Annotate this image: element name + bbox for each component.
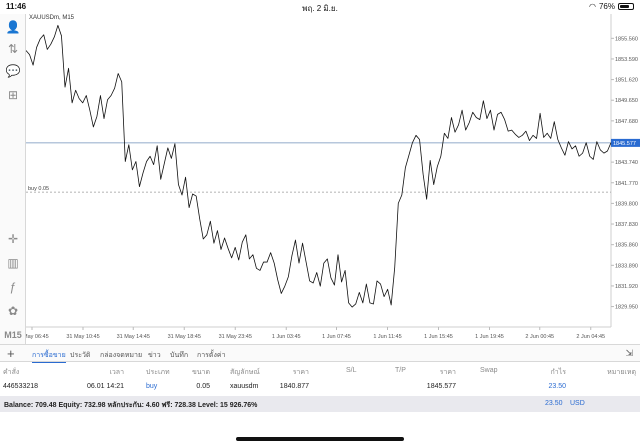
balance-bar: Balance: 709.48 Equity: 732.98 หลักประกั… [0,396,640,412]
table-cell: 1845.577 [426,383,456,390]
column-header: ขนาด [191,369,210,376]
total-profit: 23.50 [545,400,563,407]
price-tick-label: 1833.890 [615,263,638,269]
time-tick-label: 31 May 18:45 [168,334,201,340]
time-tick-label: 1 Jun 03:45 [272,334,301,340]
time-tick-label: 2 Jun 04:45 [576,334,605,340]
price-tick-label: 1837.830 [615,222,638,228]
table-row[interactable]: 446533218 06.01 14:21 buy 0.05 xauusdm 1840.8… [0,380,640,394]
time-tick-label: 2 Jun 00:45 [525,334,554,340]
column-header: หมายเหตุ [607,369,636,376]
balance-summary: Balance: 709.48 Equity: 732.98 หลักประกั… [4,402,258,409]
timeframe-button[interactable]: M15 [4,326,22,344]
chat-icon[interactable]: 💬 [4,62,22,80]
column-header: เวลา [109,369,124,376]
crosshair-icon[interactable]: ✛ [4,230,22,248]
column-header: คำสั่ง [3,369,20,376]
expand-terminal-icon[interactable]: ⇲ [625,348,633,359]
battery-icon [618,3,634,10]
terminal-tabs: + การซื้อขาย ประวัติ กล่องจดหมาย ข่าว บันทึก… [0,344,640,363]
price-tick-label: 1835.860 [615,243,638,249]
battery-percent: 76% [598,2,615,11]
price-tick-label: 1851.620 [615,78,638,84]
column-header: กำไร [550,369,566,376]
indicators-icon[interactable]: ƒ [4,278,22,296]
chart-svg[interactable]: 1855.560 1853.590 1851.620 1849.650 1847.680… [26,14,640,344]
column-header: ราคา [292,369,309,376]
account-icon[interactable]: 👤 [4,18,22,36]
tab-5[interactable]: การตั้งค่า [197,350,226,361]
chart-toolbar: 👤 ⇅ 💬 ⊞ ✛ ▥ ƒ ✿ M15 [0,14,26,344]
price-tick-label: 1843.740 [615,160,638,166]
chart-type-icon[interactable]: ▥ [4,254,22,272]
table-cell: 446533218 [3,383,39,390]
price-series-line [26,24,612,308]
tab-4[interactable]: บันทึก [170,350,188,361]
price-tick-label: 1841.770 [615,181,638,187]
time-tick-label: 31 May 06:45 [26,334,49,340]
battery-fill [620,5,630,8]
positions-table-header: คำสั่ง เวลา ประเภท ขนาด สัญลักษณ์ ราคา S/L T/P ร… [0,364,640,378]
price-tick-label: 1849.650 [615,98,638,104]
price-tick-label: 1847.680 [615,119,638,125]
column-header: Swap [480,367,498,374]
column-header: ราคา [439,369,456,376]
price-chart[interactable]: 1855.560 1853.590 1851.620 1849.650 1847.680… [26,14,640,344]
table-cell: 06.01 14:21 [87,383,124,390]
time-tick-label: 1 Jun 19:45 [475,334,504,340]
account-currency: USD [570,400,585,407]
price-tick-label: 1855.560 [615,36,638,42]
time-tick-label: 1 Jun 15:45 [424,334,453,340]
objects-icon[interactable]: ✿ [4,302,22,320]
price-tick-label: 1829.950 [615,305,638,311]
tab-0[interactable]: การซื้อขาย [32,350,66,363]
tab-2[interactable]: กล่องจดหมาย [100,350,142,361]
buy-level-label: buy 0.05 [28,186,49,192]
chart-symbol-label: XAUUSDm, M15 [29,15,75,21]
current-price-label: 1845.577 [613,141,636,147]
time-tick-label: 31 May 10:45 [66,334,99,340]
time-tick-label: 1 Jun 07:45 [322,334,351,340]
time-tick-label: 1 Jun 11:45 [373,334,401,340]
new-order-icon[interactable]: ⊞ [4,86,22,104]
table-cell: 1840.877 [279,383,309,390]
table-cell: 0.05 [196,383,210,390]
column-header: T/P [395,367,406,374]
time-tick-label: 31 May 23:45 [219,334,252,340]
wifi-icon: ◠ [589,2,596,11]
time-tick-label: 31 May 14:45 [117,334,150,340]
column-header: S/L [346,367,357,374]
price-tick-label: 1853.590 [615,57,638,63]
tab-3[interactable]: ข่าว [148,350,161,361]
price-tick-label: 1831.920 [615,284,638,290]
column-header: ประเภท [146,369,170,376]
table-cell: buy [146,383,158,390]
price-tick-label: 1839.800 [615,201,638,207]
tab-1[interactable]: ประวัติ [70,350,90,361]
table-cell: 23.50 [548,383,566,390]
home-indicator [236,437,404,441]
trade-icon[interactable]: ⇅ [4,40,22,58]
add-icon[interactable]: + [7,346,15,361]
status-right: ◠ 76% [589,2,634,11]
status-bar: 11:46 พฤ. 2 มิ.ย. ◠ 76% [0,0,640,14]
